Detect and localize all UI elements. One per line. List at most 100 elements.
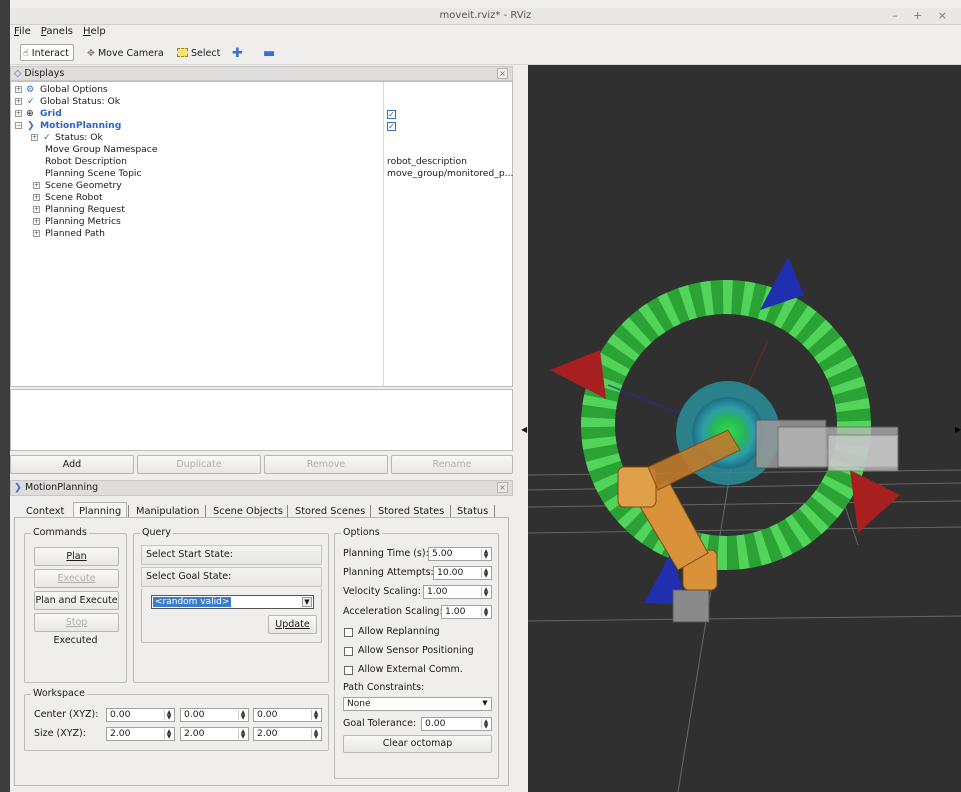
path-constraints-value: None: [347, 699, 371, 709]
spin-arrows-icon[interactable]: ▲ ▼: [164, 729, 173, 740]
menu-help[interactable]: Help: [83, 26, 106, 37]
acceleration-scaling-input[interactable]: 1.00 ▲ ▼: [441, 605, 492, 619]
interact-tool-button[interactable]: ☝ Interact: [20, 44, 74, 61]
select-tool-button[interactable]: Select: [174, 44, 225, 61]
spin-arrows-icon[interactable]: ▲ ▼: [481, 568, 490, 579]
add-tool-plus-icon[interactable]: ✚: [229, 44, 248, 61]
view-splitter[interactable]: ◀: [513, 65, 528, 792]
arrow-red-right[interactable]: [850, 470, 900, 533]
size-y-input[interactable]: 2.00 ▲ ▼: [180, 727, 249, 741]
options-group: Options Planning Time (s): 5.00 ▲ ▼ Planni…: [334, 527, 499, 779]
goal-tolerance-label: Goal Tolerance:: [343, 718, 417, 729]
acceleration-scaling-value: 1.00: [445, 606, 466, 617]
size-z-input[interactable]: 2.00 ▲ ▼: [253, 727, 322, 741]
center-z-value: 0.00: [257, 709, 278, 720]
left-edge-strip: [0, 0, 10, 792]
center-z-input[interactable]: 0.00 ▲ ▼: [253, 708, 322, 722]
tree-label: Scene Robot: [45, 192, 103, 203]
spin-arrows-icon[interactable]: ▲ ▼: [164, 710, 173, 721]
spin-arrows-icon[interactable]: ▲ ▼: [481, 587, 490, 598]
tree-label: Scene Geometry: [45, 180, 122, 191]
spin-arrows-icon[interactable]: ▲ ▼: [481, 607, 490, 618]
collapse-left-icon[interactable]: ◀: [521, 425, 527, 434]
velocity-scaling-input[interactable]: 1.00 ▲ ▼: [423, 585, 492, 599]
expand-icon[interactable]: +: [15, 86, 22, 93]
spin-arrows-icon[interactable]: ▲ ▼: [311, 710, 320, 721]
grid-enabled-checkbox[interactable]: ✓: [387, 110, 396, 119]
expand-right-icon[interactable]: ▶: [955, 425, 961, 434]
stop-button[interactable]: Stop: [34, 613, 119, 632]
robot-description-value[interactable]: robot_description: [387, 156, 467, 168]
expand-icon[interactable]: +: [15, 98, 22, 105]
close-displays-icon[interactable]: ×: [497, 68, 508, 79]
plan-and-execute-button[interactable]: Plan and Execute: [34, 591, 119, 610]
expand-icon[interactable]: +: [33, 218, 40, 225]
select-rect-icon: [177, 48, 188, 57]
motion-planning-enabled-checkbox[interactable]: ✓: [387, 122, 396, 131]
window-title: moveit.rviz* - RViz: [439, 10, 532, 21]
expand-icon[interactable]: +: [15, 110, 22, 117]
clear-octomap-button[interactable]: Clear octomap: [343, 735, 492, 753]
tree-label: Move Group Namespace: [45, 144, 158, 155]
center-x-input[interactable]: 0.00 ▲ ▼: [106, 708, 175, 722]
allow-sensor-checkbox[interactable]: [344, 647, 353, 656]
select-label: Select: [191, 48, 221, 59]
center-y-value: 0.00: [184, 709, 205, 720]
goal-tolerance-input[interactable]: 0.00 ▲ ▼: [421, 717, 492, 731]
allow-external-checkbox[interactable]: [344, 666, 353, 675]
remove-display-button[interactable]: Remove: [264, 455, 388, 474]
motion-planning-icon: ❯: [27, 120, 35, 131]
spin-arrows-icon[interactable]: ▲ ▼: [481, 719, 490, 730]
rename-display-button[interactable]: Rename: [391, 455, 513, 474]
center-x-value: 0.00: [110, 709, 131, 720]
query-group: Query Select Start State: Select Goal St…: [133, 527, 329, 683]
menu-panels[interactable]: Panels: [41, 26, 73, 37]
expand-icon[interactable]: +: [33, 182, 40, 189]
goal-state-box: <random valid> ▼ Update: [141, 588, 322, 643]
planning-attempts-input[interactable]: 10.00 ▲ ▼: [433, 566, 492, 580]
menu-file[interactable]: File: [14, 26, 31, 37]
size-x-input[interactable]: 2.00 ▲ ▼: [106, 727, 175, 741]
spin-arrows-icon[interactable]: ▲ ▼: [481, 549, 490, 560]
duplicate-display-button[interactable]: Duplicate: [137, 455, 261, 474]
expand-icon[interactable]: +: [31, 134, 38, 141]
planning-tab-content: Commands Plan Execute Plan and Execute S…: [14, 517, 509, 786]
spin-arrows-icon[interactable]: ▲ ▼: [238, 710, 247, 721]
remove-tool-minus-icon[interactable]: ▬: [260, 44, 280, 61]
execution-status: Executed: [53, 635, 98, 646]
allow-replanning-checkbox[interactable]: [344, 628, 353, 637]
planning-time-value: 5.00: [432, 548, 453, 559]
scene-render: [528, 257, 961, 792]
planning-time-input[interactable]: 5.00 ▲ ▼: [428, 547, 492, 561]
execute-button[interactable]: Execute: [34, 569, 119, 588]
select-goal-state[interactable]: Select Goal State:: [141, 567, 322, 587]
update-button[interactable]: Update: [268, 615, 317, 634]
expand-icon[interactable]: +: [33, 230, 40, 237]
move-camera-tool-button[interactable]: ✥ Move Camera: [84, 44, 169, 61]
collapse-icon[interactable]: −: [15, 122, 22, 129]
add-display-button[interactable]: Add: [10, 455, 134, 474]
expand-icon[interactable]: +: [33, 194, 40, 201]
3d-viewport[interactable]: ▶: [528, 65, 961, 792]
center-y-input[interactable]: 0.00 ▲ ▼: [180, 708, 249, 722]
window-controls[interactable]: – + ×: [892, 9, 953, 22]
goal-state-combo[interactable]: <random valid> ▼: [151, 595, 314, 609]
close-motion-planning-icon[interactable]: ×: [497, 482, 508, 493]
planning-attempts-value: 10.00: [437, 567, 464, 578]
path-constraints-combo[interactable]: None ▼: [343, 697, 492, 711]
planning-scene-topic-value[interactable]: move_group/monitored_p...: [387, 168, 513, 180]
spin-arrows-icon[interactable]: ▲ ▼: [238, 729, 247, 740]
plan-button[interactable]: Plan: [34, 547, 119, 566]
expand-icon[interactable]: +: [33, 206, 40, 213]
menu-bar: File Panels Help: [10, 25, 961, 40]
tree-label: Planning Scene Topic: [45, 168, 142, 179]
arrow-red-left[interactable]: [550, 350, 606, 399]
displays-tree: + ⚙ Global Options + ✓ Global Status: Ok…: [10, 81, 513, 387]
tree-label: Global Options: [40, 84, 108, 95]
hand-pointer-icon: ☝: [23, 48, 29, 59]
commands-group: Commands Plan Execute Plan and Execute S…: [24, 527, 127, 683]
size-y-value: 2.00: [184, 728, 205, 739]
spin-arrows-icon[interactable]: ▲ ▼: [311, 729, 320, 740]
acceleration-scaling-label: Acceleration Scaling:: [343, 606, 443, 617]
select-start-state[interactable]: Select Start State:: [141, 545, 322, 565]
